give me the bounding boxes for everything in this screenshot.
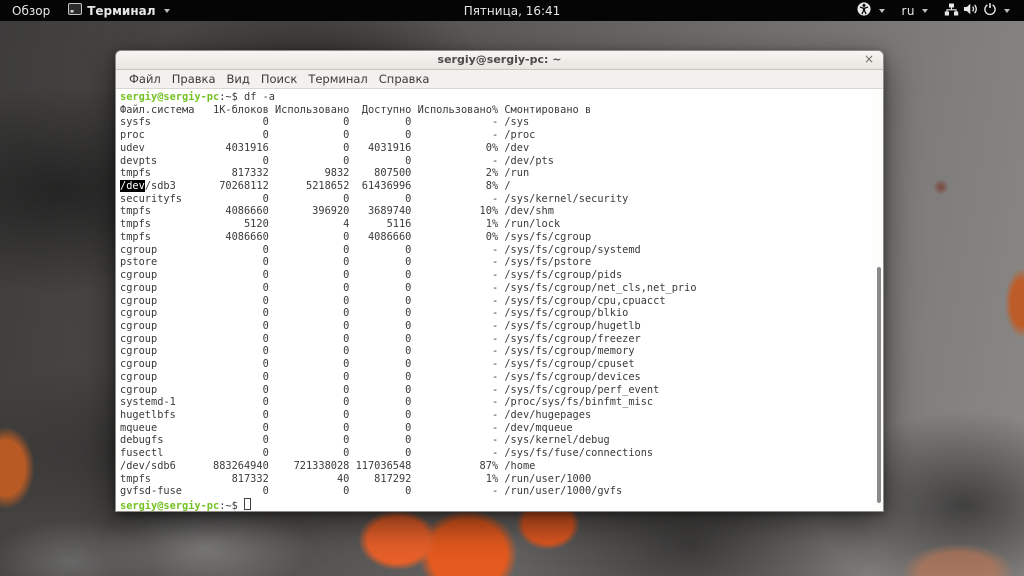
terminal-cursor [244,498,251,510]
clock[interactable]: Пятница, 16:41 [464,4,561,18]
close-button[interactable]: × [862,51,876,68]
app-menu-label: Терминал [87,4,155,18]
a11y-menu[interactable] [850,0,891,21]
chevron-down-icon [1004,9,1010,13]
terminal-line: gvfsd-fuse 0 0 0 - /run/user/1000/gvfs [120,485,873,498]
volume-icon [963,2,979,19]
chevron-down-icon [922,9,928,13]
terminal-line: cgroup 0 0 0 - /sys/fs/cgroup/devices [120,371,873,384]
power-icon [983,2,997,19]
menu-item-search[interactable]: Поиск [256,70,302,88]
menu-item-view[interactable]: Вид [222,70,255,88]
terminal-line: tmpfs 4086660 0 4086660 0% /sys/fs/cgrou… [120,231,873,244]
scrollbar-thumb[interactable] [877,267,881,503]
terminal-line: systemd-1 0 0 0 - /proc/sys/fs/binfmt_mi… [120,396,873,409]
activities-label: Обзор [12,4,50,18]
terminal-line: securityfs 0 0 0 - /sys/kernel/security [120,193,873,206]
menubar: Файл Правка Вид Поиск Терминал Справка [116,70,883,89]
terminal-line: Файл.система 1К-блоков Использовано Дост… [120,104,873,117]
topbar-right: ru [850,0,1024,21]
terminal-line: fusectl 0 0 0 - /sys/fs/fuse/connections [120,447,873,460]
app-menu[interactable]: Терминал [62,0,175,21]
terminal-line: /dev/sdb3 70268112 5218652 61436996 8% / [120,180,873,193]
titlebar[interactable]: sergiy@sergiy-pc: ~ × [116,51,883,70]
terminal-line: /dev/sdb6 883264940 721338028 117036548 … [120,460,873,473]
terminal-line: tmpfs 5120 4 5116 1% /run/lock [120,218,873,231]
terminal-line: cgroup 0 0 0 - /sys/fs/cgroup/hugetlb [120,320,873,333]
terminal-content[interactable]: sergiy@sergiy-pc:~$ df -aФайл.система 1К… [116,89,883,511]
terminal-line: cgroup 0 0 0 - /sys/fs/cgroup/systemd [120,244,873,257]
menu-item-edit[interactable]: Правка [167,70,221,88]
system-menu[interactable] [938,0,1016,21]
terminal-line: mqueue 0 0 0 - /dev/mqueue [120,422,873,435]
top-bar: Обзор Терминал Пятница, 16:41 [0,0,1024,21]
keyboard-layout-label: ru [901,4,915,18]
terminal-line: tmpfs 817332 40 817292 1% /run/user/1000 [120,473,873,486]
terminal-text-area: sergiy@sergiy-pc:~$ df -aФайл.система 1К… [116,89,873,511]
terminal-line: pstore 0 0 0 - /sys/fs/pstore [120,256,873,269]
accessibility-icon [856,1,872,20]
terminal-line: udev 4031916 0 4031916 0% /dev [120,142,873,155]
terminal-line: debugfs 0 0 0 - /sys/kernel/debug [120,434,873,447]
terminal-line: tmpfs 817332 9832 807500 2% /run [120,167,873,180]
terminal-line: devpts 0 0 0 - /dev/pts [120,155,873,168]
menu-item-terminal[interactable]: Терминал [303,70,372,88]
terminal-line: hugetlbfs 0 0 0 - /dev/hugepages [120,409,873,422]
terminal-line: tmpfs 4086660 396920 3689740 10% /dev/sh… [120,205,873,218]
terminal-line: cgroup 0 0 0 - /sys/fs/cgroup/cpuset [120,358,873,371]
menu-item-file[interactable]: Файл [124,70,166,88]
chevron-down-icon [879,9,885,13]
menu-item-help[interactable]: Справка [374,70,435,88]
terminal-line: cgroup 0 0 0 - /sys/fs/cgroup/memory [120,345,873,358]
terminal-line: cgroup 0 0 0 - /sys/fs/cgroup/net_cls,ne… [120,282,873,295]
scrollbar[interactable] [873,89,883,511]
terminal-line: cgroup 0 0 0 - /sys/fs/cgroup/pids [120,269,873,282]
network-wired-icon [944,3,959,19]
terminal-line: cgroup 0 0 0 - /sys/fs/cgroup/cpu,cpuacc… [120,295,873,308]
window-title: sergiy@sergiy-pc: ~ [438,53,562,66]
topbar-left: Обзор Терминал [0,0,176,21]
terminal-line: cgroup 0 0 0 - /sys/fs/cgroup/perf_event [120,384,873,397]
chevron-down-icon [164,9,170,13]
terminal-window: sergiy@sergiy-pc: ~ × Файл Правка Вид По… [115,50,884,512]
terminal-app-icon [68,3,82,18]
terminal-line: sergiy@sergiy-pc:~$ df -a [120,91,873,104]
terminal-line: cgroup 0 0 0 - /sys/fs/cgroup/freezer [120,333,873,346]
activities-button[interactable]: Обзор [0,0,62,21]
terminal-line: proc 0 0 0 - /proc [120,129,873,142]
terminal-line: sergiy@sergiy-pc:~$ [120,498,873,511]
keyboard-layout-menu[interactable]: ru [895,0,934,21]
terminal-line: cgroup 0 0 0 - /sys/fs/cgroup/blkio [120,307,873,320]
terminal-line: sysfs 0 0 0 - /sys [120,116,873,129]
